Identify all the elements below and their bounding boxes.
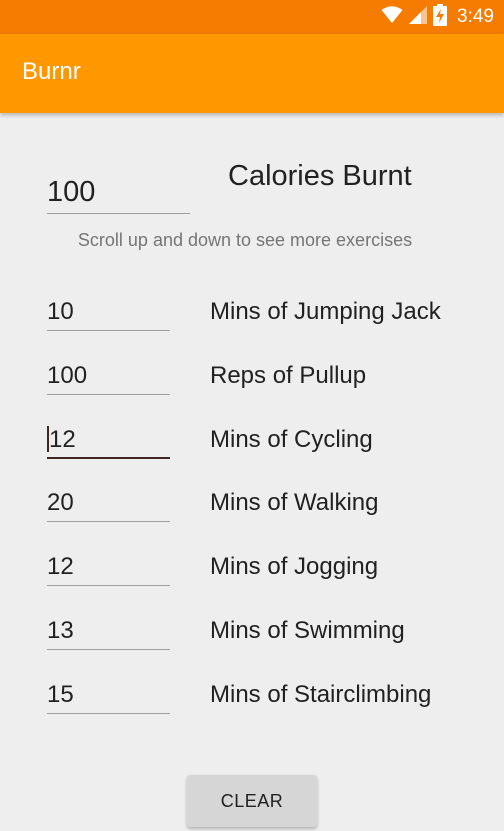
exercise-row-walking: 20 Mins of Walking (0, 486, 504, 536)
exercise-row-pullup: 100 Reps of Pullup (0, 359, 504, 409)
exercise-input-focused[interactable]: 12 (47, 423, 170, 459)
app-title: Burnr (22, 58, 81, 85)
status-bar: 3:49 (0, 0, 504, 34)
exercise-label: Mins of Jumping Jack (210, 298, 441, 325)
exercise-input[interactable]: 100 (47, 359, 170, 395)
exercise-label: Mins of Swimming (210, 617, 405, 644)
exercise-input[interactable]: 10 (47, 295, 170, 331)
calories-burnt-label: Calories Burnt (228, 160, 412, 192)
exercise-label: Reps of Pullup (210, 362, 367, 389)
clear-button[interactable]: CLEAR (187, 775, 317, 827)
battery-charging-icon (433, 3, 448, 31)
exercise-input-value: 12 (49, 426, 76, 453)
exercise-input[interactable]: 20 (47, 486, 170, 522)
exercise-label: Mins of Walking (210, 489, 379, 516)
status-icons: 3:49 (381, 0, 494, 34)
wifi-icon (381, 5, 403, 29)
text-cursor (47, 425, 49, 452)
exercise-row-swimming: 13 Mins of Swimming (0, 614, 504, 664)
scroll-hint-text: Scroll up and down to see more exercises (77, 230, 413, 250)
exercise-input[interactable]: 13 (47, 614, 170, 650)
status-time: 3:49 (457, 6, 494, 27)
exercise-input[interactable]: 15 (47, 678, 170, 714)
scroll-hint: Scroll up and down to see more exercises (0, 230, 504, 251)
exercise-row-stairclimbing: 15 Mins of Stairclimbing (0, 678, 504, 728)
exercise-label: Mins of Cycling (210, 426, 373, 453)
signal-icon (409, 5, 428, 29)
exercise-row-jumping-jack: 10 Mins of Jumping Jack (0, 295, 504, 345)
exercise-label: Mins of Jogging (210, 553, 379, 580)
calories-burnt-field[interactable]: 100 (47, 170, 190, 214)
exercise-row-cycling: 12 Mins of Cycling (0, 423, 504, 473)
exercise-row-jogging: 12 Mins of Jogging (0, 550, 504, 600)
app-bar: Burnr (0, 34, 504, 113)
exercise-label: Mins of Stairclimbing (210, 681, 432, 708)
exercise-input[interactable]: 12 (47, 550, 170, 586)
